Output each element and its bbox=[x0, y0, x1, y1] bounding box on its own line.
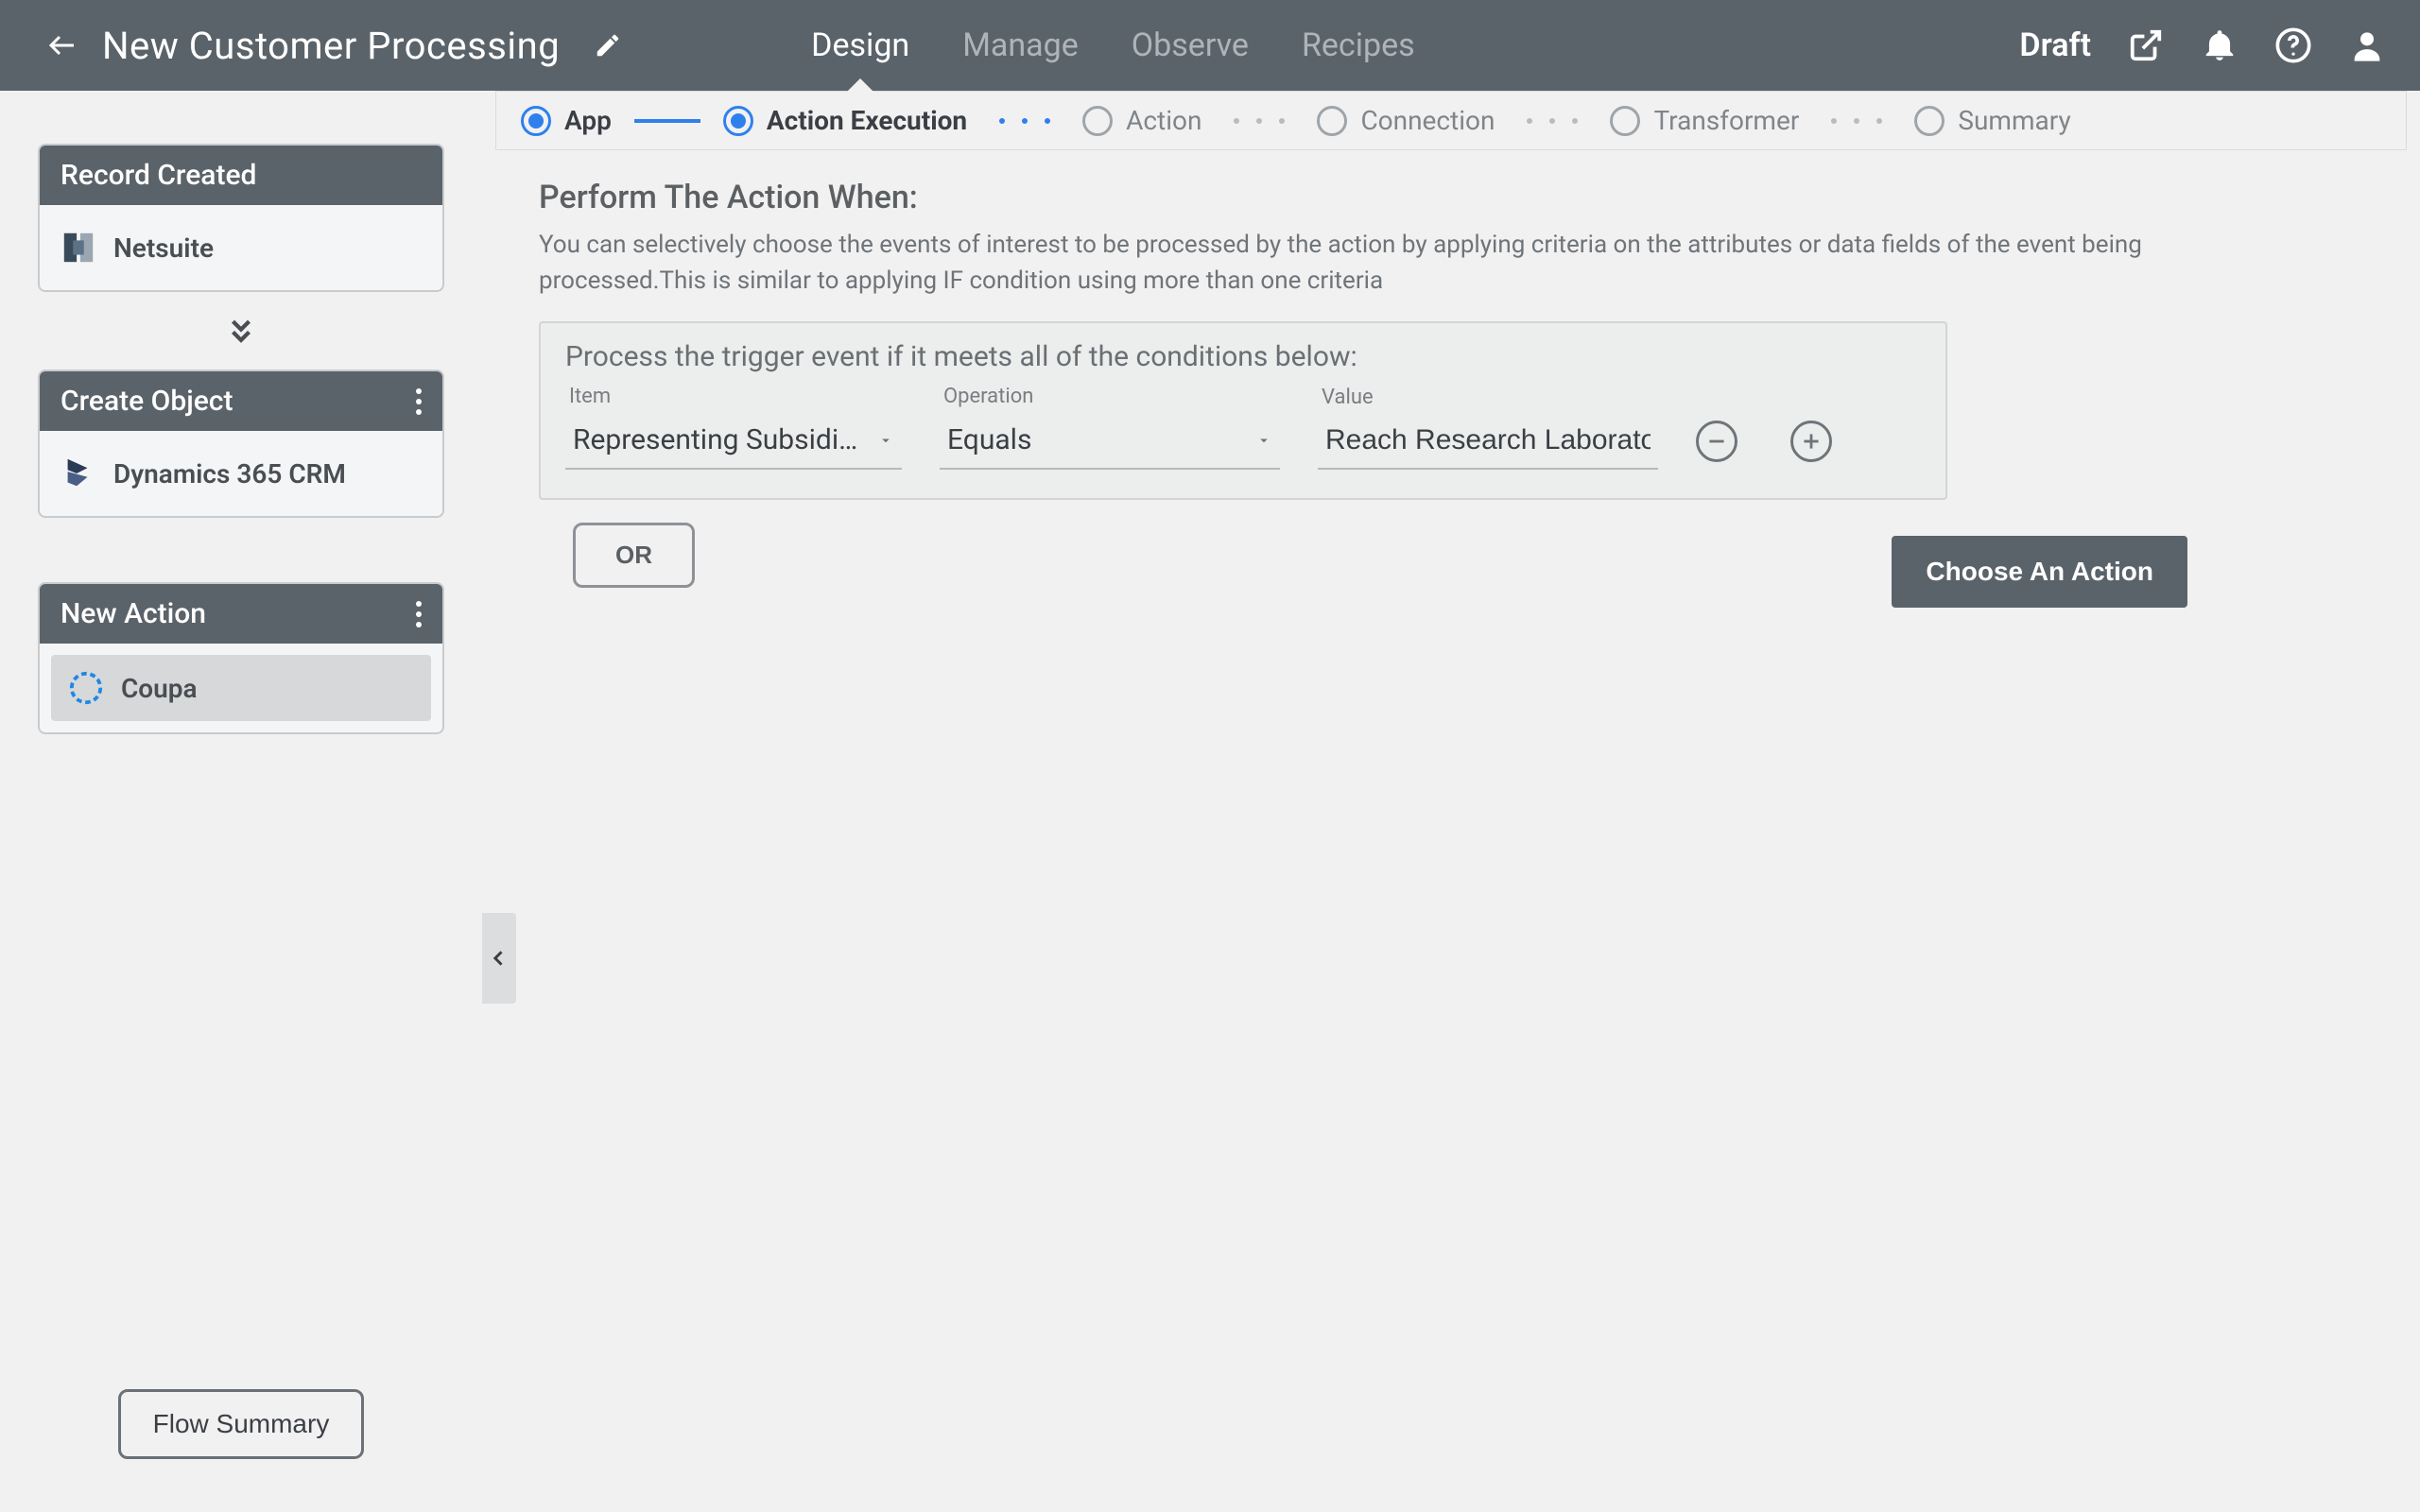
step-dots bbox=[1234, 118, 1285, 124]
or-button[interactable]: OR bbox=[573, 523, 695, 588]
criteria-title: Process the trigger event if it meets al… bbox=[565, 340, 1921, 373]
content-area: App Action Execution Action Connection T… bbox=[482, 91, 2420, 1512]
tab-recipes[interactable]: Recipes bbox=[1302, 0, 1415, 91]
card-record-created[interactable]: Record Created Netsuite bbox=[38, 144, 444, 292]
step-app[interactable]: App bbox=[521, 105, 612, 136]
step-dots bbox=[999, 118, 1050, 124]
card-body: Dynamics 365 CRM bbox=[40, 431, 442, 516]
step-summary[interactable]: Summary bbox=[1914, 105, 2070, 136]
step-dots bbox=[1527, 118, 1578, 124]
config-panel: Perform The Action When: You can selecti… bbox=[482, 150, 2420, 636]
criteria-row: Item Representing Subsidi… Operation Equ… bbox=[565, 385, 1921, 470]
field-label: Item bbox=[565, 385, 902, 408]
card-body-active: Coupa bbox=[51, 655, 431, 721]
chevron-down-icon bbox=[877, 432, 894, 449]
step-action[interactable]: Action bbox=[1082, 105, 1201, 136]
select-value: Representing Subsidi… bbox=[573, 423, 857, 456]
menu-dots-icon[interactable] bbox=[416, 601, 422, 627]
header-tabs: Design Manage Observe Recipes bbox=[811, 0, 1415, 91]
section-title: Perform The Action When: bbox=[539, 179, 2363, 216]
top-header: New Customer Processing Design Manage Ob… bbox=[0, 0, 2420, 91]
field-item: Item Representing Subsidi… bbox=[565, 385, 902, 470]
step-connection[interactable]: Connection bbox=[1317, 105, 1495, 136]
menu-dots-icon[interactable] bbox=[416, 388, 422, 415]
step-label: Summary bbox=[1958, 105, 2070, 136]
criteria-box: Process the trigger event if it meets al… bbox=[539, 321, 1947, 500]
choose-action-button[interactable]: Choose An Action bbox=[1892, 536, 2187, 608]
dynamics-icon bbox=[60, 455, 96, 491]
sidebar: Record Created Netsuite Create Object bbox=[0, 91, 482, 1512]
stepper: App Action Execution Action Connection T… bbox=[495, 91, 2407, 150]
card-app-label: Coupa bbox=[121, 673, 198, 704]
radio-empty-icon bbox=[1914, 106, 1945, 136]
add-row-icon[interactable] bbox=[1790, 421, 1832, 462]
header-left: New Customer Processing bbox=[45, 24, 622, 68]
back-arrow-icon[interactable] bbox=[45, 28, 79, 62]
radio-empty-icon bbox=[1610, 106, 1640, 136]
card-header: New Action bbox=[40, 584, 442, 644]
remove-row-icon[interactable] bbox=[1696, 421, 1737, 462]
card-title: Create Object bbox=[60, 385, 233, 418]
chevron-down-double-icon[interactable] bbox=[225, 315, 257, 347]
status-badge: Draft bbox=[2019, 26, 2091, 64]
card-title: Record Created bbox=[60, 159, 256, 192]
operation-select[interactable]: Equals bbox=[940, 414, 1280, 470]
step-label: Transformer bbox=[1653, 105, 1799, 136]
select-value: Equals bbox=[947, 423, 1031, 456]
flow-summary-button[interactable]: Flow Summary bbox=[118, 1389, 365, 1459]
value-input[interactable] bbox=[1318, 415, 1658, 470]
step-label: App bbox=[564, 105, 612, 136]
tab-observe[interactable]: Observe bbox=[1132, 0, 1249, 91]
item-select[interactable]: Representing Subsidi… bbox=[565, 414, 902, 470]
tab-manage[interactable]: Manage bbox=[962, 0, 1079, 91]
step-label: Action bbox=[1126, 105, 1201, 136]
card-header: Record Created bbox=[40, 146, 442, 205]
radio-filled-icon bbox=[723, 106, 753, 136]
row-actions bbox=[1696, 421, 1832, 470]
card-new-action[interactable]: New Action Coupa bbox=[38, 582, 444, 734]
user-icon[interactable] bbox=[2348, 26, 2386, 64]
step-label: Connection bbox=[1360, 105, 1495, 136]
card-app-label: Dynamics 365 CRM bbox=[113, 458, 346, 490]
tab-design[interactable]: Design bbox=[811, 0, 909, 91]
card-body: Netsuite bbox=[40, 205, 442, 290]
chevron-down-icon bbox=[1255, 432, 1272, 449]
radio-filled-icon bbox=[521, 106, 551, 136]
step-action-execution[interactable]: Action Execution bbox=[723, 105, 967, 136]
step-label: Action Execution bbox=[767, 105, 967, 136]
card-title: New Action bbox=[60, 597, 206, 630]
card-app-label: Netsuite bbox=[113, 232, 214, 264]
step-transformer[interactable]: Transformer bbox=[1610, 105, 1799, 136]
netsuite-icon bbox=[60, 230, 96, 266]
field-label: Operation bbox=[940, 385, 1280, 408]
header-right: Draft bbox=[2019, 26, 2386, 64]
field-value: Value bbox=[1318, 386, 1658, 470]
open-external-icon[interactable] bbox=[2127, 26, 2165, 64]
radio-empty-icon bbox=[1317, 106, 1347, 136]
section-description: You can selectively choose the events of… bbox=[539, 228, 2259, 299]
step-connector bbox=[634, 119, 700, 123]
radio-empty-icon bbox=[1082, 106, 1113, 136]
main-area: Record Created Netsuite Create Object bbox=[0, 91, 2420, 1512]
page-title: New Customer Processing bbox=[102, 24, 560, 68]
card-header: Create Object bbox=[40, 371, 442, 431]
step-dots bbox=[1831, 118, 1882, 124]
collapse-sidebar-icon[interactable] bbox=[482, 913, 516, 1004]
help-icon[interactable] bbox=[2274, 26, 2312, 64]
bell-icon[interactable] bbox=[2201, 26, 2238, 64]
field-operation: Operation Equals bbox=[940, 385, 1280, 470]
card-create-object[interactable]: Create Object Dynamics 365 CRM bbox=[38, 369, 444, 518]
edit-icon[interactable] bbox=[594, 31, 622, 60]
field-label: Value bbox=[1318, 386, 1658, 409]
coupa-icon bbox=[68, 670, 104, 706]
